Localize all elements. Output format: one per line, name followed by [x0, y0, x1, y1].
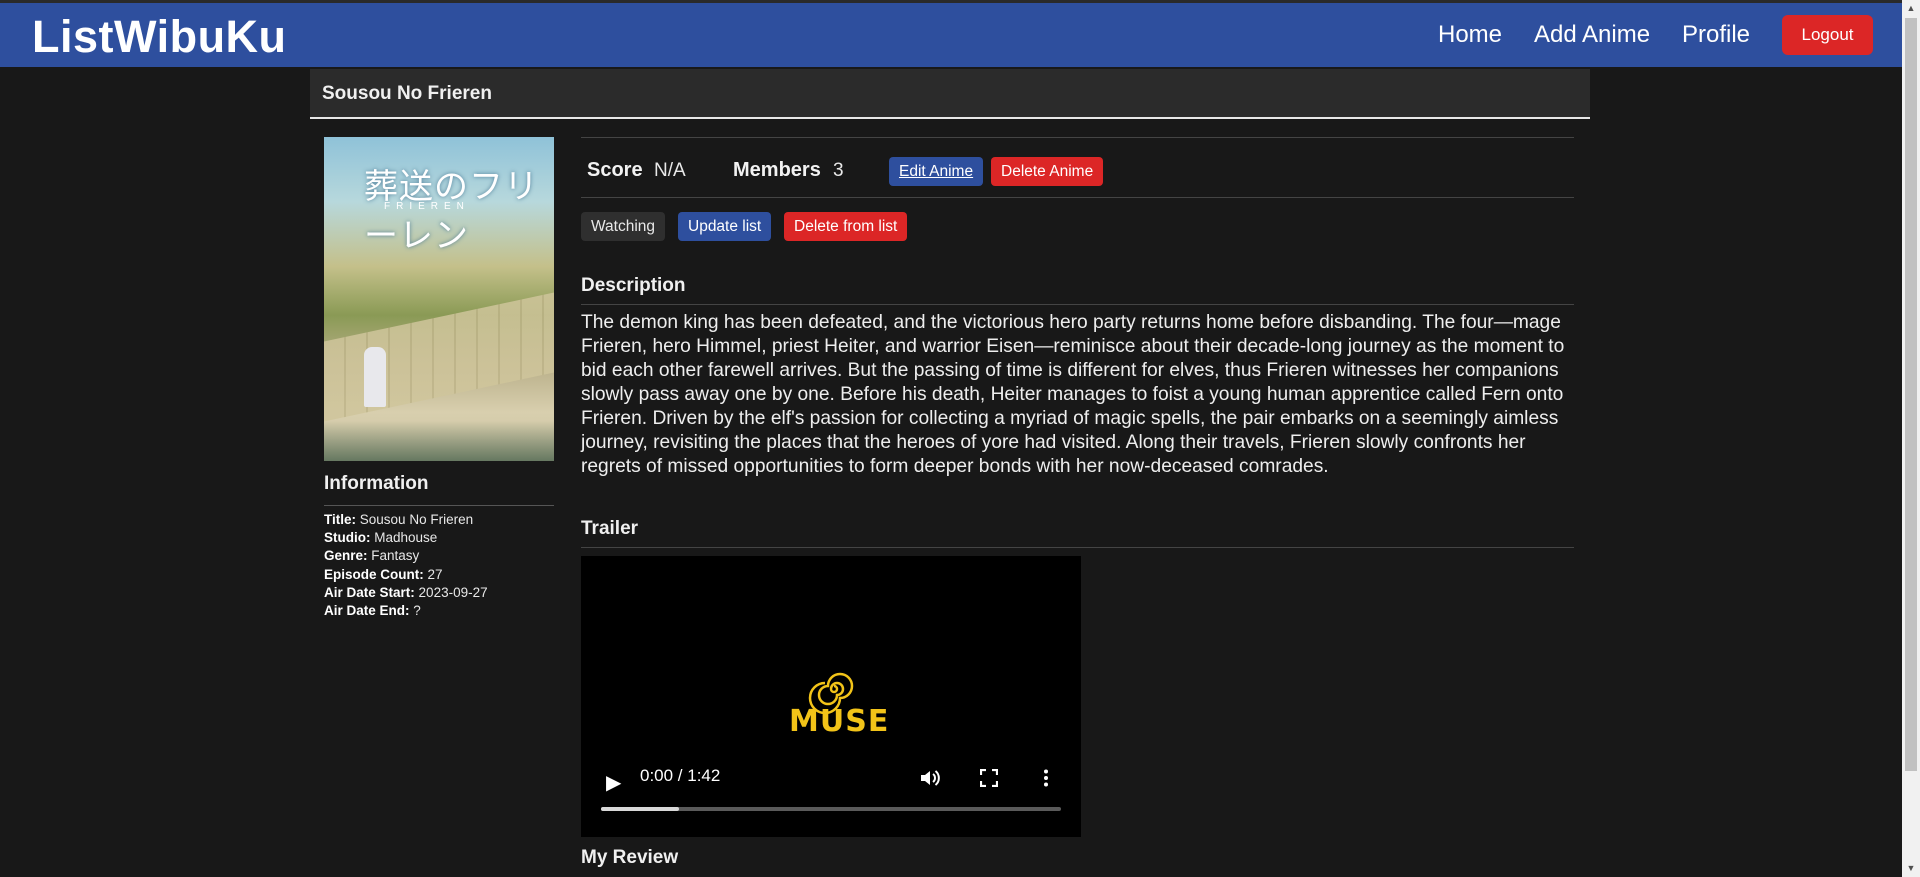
stats-bottom-divider: [581, 197, 1574, 198]
more-options-icon[interactable]: [1043, 769, 1049, 792]
anime-poster-image: 葬送のフリーレン FRIEREN: [324, 137, 554, 461]
members-label: Members: [733, 159, 821, 181]
fullscreen-icon[interactable]: [979, 768, 999, 792]
info-row-studio: Studio: Madhouse: [324, 530, 438, 546]
members-value: 3: [833, 160, 844, 181]
list-status-badge: Watching: [581, 212, 666, 241]
volume-icon[interactable]: [919, 768, 941, 793]
scroll-up-arrow-icon[interactable]: ▲: [1902, 0, 1920, 17]
edit-anime-button[interactable]: Edit Anime: [889, 157, 984, 186]
update-list-button[interactable]: Update list: [678, 212, 772, 241]
description-text: The demon king has been defeated, and th…: [581, 312, 1565, 477]
delete-from-list-button[interactable]: Delete from list: [784, 212, 908, 241]
logout-button[interactable]: Logout: [1782, 15, 1873, 55]
video-time: 0:00 / 1:42: [640, 766, 721, 785]
poster-footer: [324, 421, 554, 461]
poster-subtitle: FRIEREN: [384, 201, 470, 212]
poster-stone-wall: [324, 292, 554, 422]
nav-add-anime-link[interactable]: Add Anime: [1534, 21, 1650, 49]
trailer-heading: Trailer: [581, 518, 1574, 548]
info-row-episode-count: Episode Count: 27: [324, 566, 443, 582]
info-row-title: Title: Sousou No Frieren: [324, 512, 474, 527]
score-label: Score: [587, 159, 643, 181]
scroll-down-arrow-icon[interactable]: ▼: [1902, 860, 1920, 877]
muse-logo: MUSE: [789, 664, 888, 739]
page-title: Sousou No Frieren: [322, 83, 492, 104]
information-heading: Information: [324, 473, 554, 506]
video-buffered-fill: [601, 807, 680, 811]
info-row-genre: Genre: Fantasy: [324, 548, 420, 564]
page-scrollbar[interactable]: ▲ ▼: [1902, 0, 1920, 877]
score-value: N/A: [654, 160, 686, 181]
video-progress-bar[interactable]: [601, 807, 1061, 811]
poster-character: [364, 347, 386, 407]
nav-profile-link[interactable]: Profile: [1682, 21, 1750, 49]
scrollbar-thumb[interactable]: [1905, 18, 1917, 771]
nav-home-link[interactable]: Home: [1438, 21, 1502, 49]
information-list: Title: Sousou No Frieren Studio: Madhous…: [324, 511, 554, 620]
delete-anime-button[interactable]: Delete Anime: [991, 157, 1104, 186]
navbar: ListWibuKu Home Add Anime Profile Logout: [0, 3, 1902, 67]
trailer-video-player[interactable]: MUSE ▶ 0:00 / 1:42: [581, 556, 1081, 837]
info-row-air-date-end: Air Date End: ?: [324, 603, 421, 619]
muse-logo-text: MUSE: [789, 704, 890, 739]
description-heading: Description: [581, 275, 1574, 305]
my-review-heading: My Review: [581, 847, 679, 868]
stats-top-divider: [581, 137, 1574, 138]
play-icon[interactable]: ▶: [606, 770, 621, 795]
brand-logo[interactable]: ListWibuKu: [32, 11, 287, 63]
info-row-air-date-start: Air Date Start: 2023-09-27: [324, 584, 488, 600]
anime-title-header: Sousou No Frieren: [310, 69, 1590, 119]
